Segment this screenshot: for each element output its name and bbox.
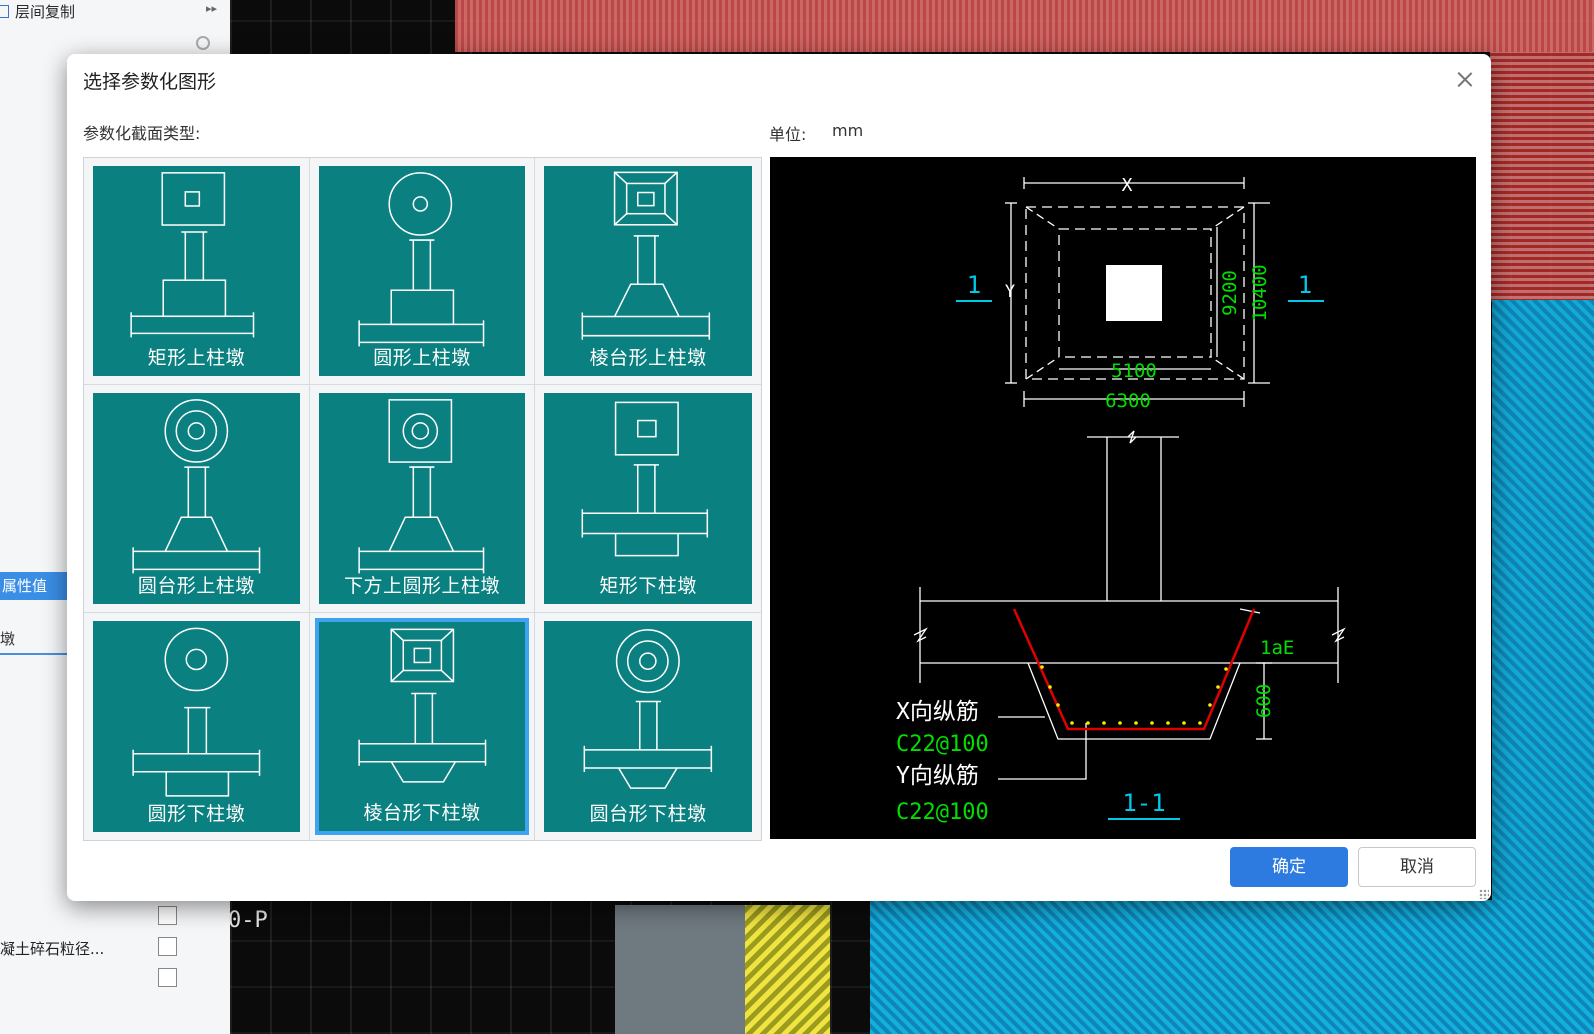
shape-tile: 矩形上柱墩 — [93, 166, 300, 377]
dim-5100-label: 5100 — [1111, 360, 1157, 382]
cad-hatch-area — [745, 905, 830, 1034]
cancel-button[interactable]: 取消 — [1358, 847, 1476, 887]
property-checkbox[interactable] — [158, 937, 177, 956]
shape-label: 矩形下柱墩 — [599, 574, 697, 597]
shape-option[interactable]: 棱台形上柱墩 — [535, 158, 761, 386]
shape-option[interactable]: 圆台形下柱墩 — [535, 613, 761, 840]
shape-tile: 棱台形下柱墩 — [314, 617, 530, 835]
close-icon[interactable] — [1451, 66, 1479, 94]
property-row-aggregate[interactable]: 凝土碎石粒径... — [0, 935, 140, 963]
layer-copy-item[interactable]: 层间复制 ▸▸ — [0, 0, 225, 22]
dim-10400-label: 10400 — [1249, 264, 1271, 321]
x-rebar-label: X向纵筋 — [896, 699, 979, 725]
lae-label: 1aE — [1260, 637, 1294, 659]
section-mark-left: 1 — [967, 271, 981, 299]
shape-grid: 矩形上柱墩 圆形上柱墩 棱台形上柱墩 圆台形上柱墩 下方上圆形上柱墩 矩形下柱墩… — [83, 157, 762, 841]
depth-600-label: 600 — [1253, 684, 1275, 718]
cad-hatch-area — [1492, 300, 1594, 900]
x-rebar-value: C22@100 — [896, 732, 989, 757]
dim-y-label: Y — [1005, 282, 1015, 302]
shape-tile: 矩形下柱墩 — [544, 393, 752, 604]
select-parametric-shape-dialog: 选择参数化图形 参数化截面类型: 单位: mm 矩形上柱墩 圆形上柱墩 棱台形上… — [67, 54, 1491, 901]
section-mark-right: 1 — [1298, 271, 1312, 299]
property-row-type[interactable]: 墩 — [0, 625, 68, 655]
cad-hatch-area — [870, 900, 1594, 1034]
shape-label: 圆形下柱墩 — [147, 802, 246, 825]
shape-option[interactable]: 圆形下柱墩 — [84, 612, 310, 840]
shape-option[interactable]: 圆台形上柱墩 — [84, 385, 310, 613]
y-rebar-label: Y向纵筋 — [896, 763, 979, 789]
preview-panel: X Y 5100 6300 9200 10400 1 1 1aE 600 X向纵… — [770, 157, 1476, 839]
shape-tile: 圆台形下柱墩 — [544, 620, 752, 832]
shape-tile: 圆形上柱墩 — [318, 166, 526, 377]
cad-hatch-area — [615, 905, 745, 1034]
ok-button[interactable]: 确定 — [1230, 847, 1348, 887]
dialog-title: 选择参数化图形 — [83, 71, 217, 93]
dim-6300-label: 6300 — [1105, 390, 1151, 412]
shape-option-selected[interactable]: 棱台形下柱墩 — [310, 612, 536, 840]
resize-grip-icon[interactable] — [1479, 889, 1489, 899]
dim-9200-label: 9200 — [1219, 270, 1241, 316]
dim-x-label: X — [1122, 175, 1133, 196]
column-square — [1106, 265, 1162, 321]
unit-value: mm — [832, 121, 864, 140]
search-icon[interactable] — [196, 36, 210, 50]
y-rebar-value: C22@100 — [896, 800, 989, 825]
shape-label: 矩形上柱墩 — [147, 347, 246, 370]
property-checkbox[interactable] — [158, 968, 177, 987]
pier-section-drawing: X Y 5100 6300 9200 10400 1 1 1aE 600 X向纵… — [896, 175, 1346, 825]
cad-hatch-area — [1490, 52, 1594, 302]
rebar-dots — [1040, 665, 1228, 725]
shape-option[interactable]: 矩形上柱墩 — [84, 158, 310, 386]
rebar-line — [1012, 608, 1256, 731]
shape-label: 圆台形上柱墩 — [137, 574, 255, 597]
section-type-label: 参数化截面类型: — [83, 124, 201, 143]
cad-hatch-area — [455, 0, 1594, 52]
shape-tile: 圆台形上柱墩 — [93, 393, 300, 604]
shape-tile: 下方上圆形上柱墩 — [318, 393, 526, 604]
shape-label: 圆台形下柱墩 — [589, 802, 707, 825]
shape-label: 下方上圆形上柱墩 — [343, 574, 500, 597]
shape-label: 圆形上柱墩 — [373, 347, 471, 370]
property-value-header: 属性值 — [0, 572, 70, 600]
unit-label: 单位: — [769, 125, 807, 144]
expand-arrows-icon[interactable]: ▸▸ — [206, 2, 217, 15]
layer-copy-icon — [0, 4, 9, 18]
property-checkbox[interactable] — [158, 906, 177, 925]
shape-option[interactable]: 下方上圆形上柱墩 — [309, 385, 536, 613]
shape-label: 棱台形下柱墩 — [363, 801, 481, 824]
shape-label: 棱台形上柱墩 — [589, 347, 707, 370]
shape-tile: 棱台形上柱墩 — [544, 166, 752, 377]
shape-option[interactable]: 圆形上柱墩 — [309, 158, 536, 386]
shape-tile: 圆形下柱墩 — [93, 620, 300, 832]
section-name: 1-1 — [1122, 789, 1165, 817]
shape-option[interactable]: 矩形下柱墩 — [535, 385, 761, 613]
layer-copy-label: 层间复制 — [15, 2, 76, 21]
cad-axis-label: 0-P — [228, 908, 268, 933]
